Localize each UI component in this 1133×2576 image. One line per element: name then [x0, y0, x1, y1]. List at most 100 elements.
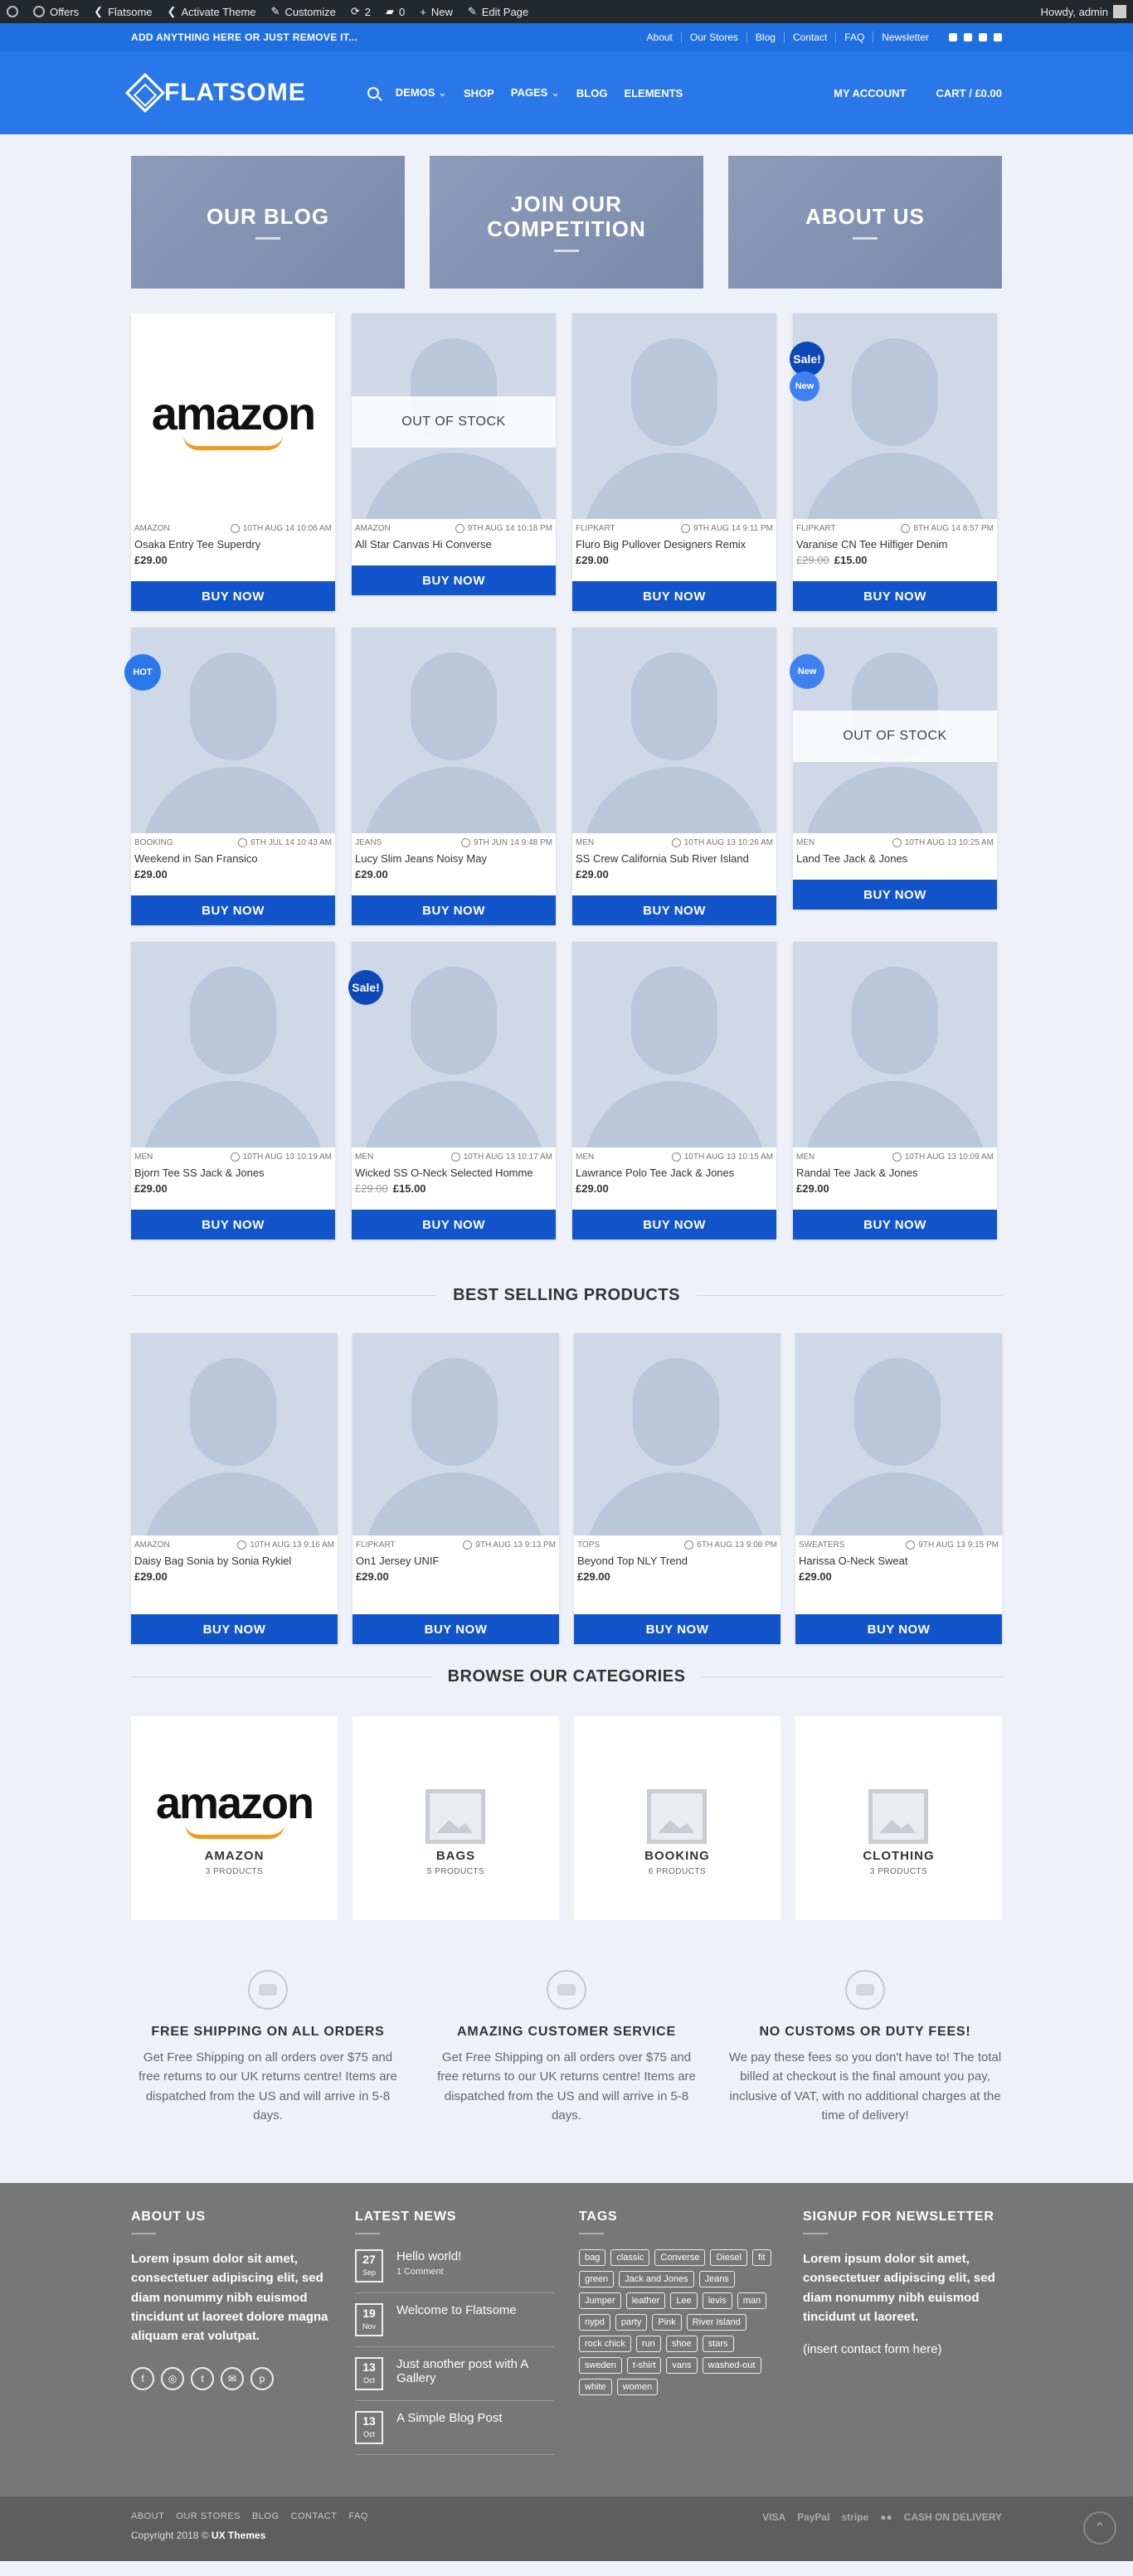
admin-activate-theme[interactable]: ❮ Activate Theme: [168, 5, 256, 18]
product-name[interactable]: Harissa O-Neck Sweat: [799, 1555, 999, 1567]
product-name[interactable]: Wicked SS O-Neck Selected Homme: [355, 1167, 552, 1179]
product-image[interactable]: [131, 942, 335, 1147]
category-card[interactable]: BOOKING 6 PRODUCTS: [574, 1716, 780, 1920]
news-item[interactable]: 13 Oct Just another post with A Gallery: [355, 2347, 554, 2401]
tag[interactable]: women: [616, 2379, 659, 2395]
nav-shop[interactable]: SHOP: [464, 87, 494, 99]
product-category[interactable]: MEN: [576, 1152, 594, 1162]
buy-now-button[interactable]: BUY NOW: [574, 1614, 780, 1644]
topbar-link-about[interactable]: About: [639, 32, 681, 43]
buy-now-button[interactable]: BUY NOW: [131, 581, 335, 611]
tag[interactable]: white: [579, 2379, 612, 2395]
pinterest-icon[interactable]: p: [250, 2367, 274, 2391]
admin-edit-page[interactable]: ✎ Edit Page: [468, 5, 528, 18]
admin-offers-link[interactable]: Offers: [33, 6, 79, 18]
tag[interactable]: Lee: [670, 2292, 698, 2309]
banner-competition[interactable]: JOIN OUR COMPETITION: [430, 156, 703, 289]
cart-link[interactable]: CART / £0.00: [936, 87, 1002, 99]
wordpress-logo-icon[interactable]: [7, 6, 18, 17]
tag[interactable]: rock chick: [579, 2336, 631, 2352]
admin-new[interactable]: + New: [420, 6, 453, 18]
footer-link[interactable]: BLOG: [252, 2511, 280, 2521]
tag[interactable]: levis: [702, 2292, 732, 2309]
product-name[interactable]: Randal Tee Jack & Jones: [796, 1167, 994, 1179]
topbar-link-contact[interactable]: Contact: [783, 32, 835, 43]
buy-now-button[interactable]: BUY NOW: [793, 581, 997, 611]
buy-now-button[interactable]: BUY NOW: [572, 581, 776, 611]
news-title[interactable]: Hello world!: [396, 2249, 461, 2263]
product-category[interactable]: SWEATERS: [799, 1540, 844, 1550]
nav-pages[interactable]: PAGES: [511, 86, 560, 99]
tag[interactable]: t-shirt: [626, 2357, 662, 2374]
product-name[interactable]: SS Crew California Sub River Island: [576, 852, 773, 865]
email-icon[interactable]: [994, 33, 1002, 41]
product-image[interactable]: [352, 942, 556, 1147]
product-image[interactable]: [131, 628, 335, 833]
buy-now-button[interactable]: BUY NOW: [795, 1614, 1002, 1644]
tag[interactable]: man: [737, 2292, 767, 2309]
news-item[interactable]: 27 Sep Hello world! 1 Comment: [355, 2249, 554, 2293]
twitter-icon[interactable]: t: [191, 2367, 214, 2391]
product-name[interactable]: Varanise CN Tee Hilfiger Denim: [796, 538, 994, 551]
buy-now-button[interactable]: BUY NOW: [352, 895, 556, 925]
product-name[interactable]: Weekend in San Fransico: [134, 852, 332, 865]
footer-link[interactable]: OUR STORES: [176, 2511, 241, 2521]
news-title[interactable]: Welcome to Flatsome: [396, 2303, 517, 2317]
product-category[interactable]: MEN: [355, 1152, 373, 1162]
admin-comments[interactable]: ▰ 0: [386, 5, 405, 18]
facebook-icon[interactable]: [949, 33, 957, 41]
email-icon[interactable]: ✉: [221, 2367, 244, 2391]
tag[interactable]: bag: [579, 2249, 606, 2266]
product-name[interactable]: Beyond Top NLY Trend: [577, 1555, 777, 1567]
site-logo[interactable]: FLATSOME: [124, 72, 306, 114]
my-account-link[interactable]: MY ACCOUNT: [834, 87, 906, 99]
tag[interactable]: Jumper: [579, 2292, 621, 2309]
nav-demos[interactable]: DEMOS: [396, 86, 447, 99]
product-category[interactable]: FLIPKART: [576, 524, 615, 533]
tag[interactable]: vans: [666, 2357, 698, 2374]
buy-now-button[interactable]: BUY NOW: [352, 1210, 556, 1239]
buy-now-button[interactable]: BUY NOW: [131, 1614, 338, 1644]
product-image[interactable]: amazon: [131, 313, 335, 519]
tag[interactable]: shoe: [665, 2336, 698, 2352]
product-category[interactable]: BOOKING: [134, 838, 173, 847]
product-category[interactable]: MEN: [796, 1152, 814, 1162]
tag[interactable]: washed-out: [702, 2357, 761, 2374]
product-category[interactable]: JEANS: [355, 838, 382, 847]
tag[interactable]: Diesel: [710, 2249, 748, 2266]
topbar-link-newsletter[interactable]: Newsletter: [873, 32, 937, 43]
instagram-icon[interactable]: ◎: [161, 2367, 184, 2391]
tag[interactable]: River Island: [686, 2314, 746, 2331]
news-comments[interactable]: 1 Comment: [396, 2267, 461, 2277]
nav-elements[interactable]: ELEMENTS: [624, 87, 683, 99]
product-image[interactable]: [352, 628, 556, 833]
tag[interactable]: stars: [702, 2336, 734, 2352]
product-name[interactable]: On1 Jersey UNIF: [356, 1555, 556, 1567]
back-to-top-icon[interactable]: ⌃: [1083, 2511, 1116, 2544]
product-image[interactable]: [572, 628, 776, 833]
product-category[interactable]: AMAZON: [134, 1540, 170, 1550]
product-image[interactable]: OUT OF STOCK: [352, 313, 556, 519]
product-image[interactable]: [131, 1333, 338, 1535]
product-image[interactable]: [793, 313, 997, 519]
twitter-icon[interactable]: [979, 33, 987, 41]
search-icon[interactable]: [367, 87, 379, 99]
product-category[interactable]: MEN: [796, 838, 814, 847]
nav-blog[interactable]: BLOG: [576, 87, 608, 99]
product-image[interactable]: [353, 1333, 559, 1535]
product-name[interactable]: Osaka Entry Tee Superdry: [134, 538, 332, 551]
category-card[interactable]: BAGS 5 PRODUCTS: [353, 1716, 559, 1920]
buy-now-button[interactable]: BUY NOW: [793, 880, 997, 910]
product-category[interactable]: MEN: [134, 1152, 153, 1162]
product-name[interactable]: Land Tee Jack & Jones: [796, 852, 994, 865]
instagram-icon[interactable]: [964, 33, 972, 41]
topbar-link-blog[interactable]: Blog: [746, 32, 784, 43]
footer-link[interactable]: CONTACT: [291, 2511, 338, 2521]
category-card[interactable]: amazon AMAZON 3 PRODUCTS: [131, 1716, 338, 1920]
product-name[interactable]: Lucy Slim Jeans Noisy May: [355, 852, 552, 865]
tag[interactable]: party: [615, 2314, 648, 2331]
product-name[interactable]: All Star Canvas Hi Converse: [355, 538, 552, 551]
tag[interactable]: leather: [625, 2292, 666, 2309]
admin-account[interactable]: Howdy, admin: [1041, 5, 1126, 18]
news-title[interactable]: Just another post with A Gallery: [396, 2357, 554, 2385]
